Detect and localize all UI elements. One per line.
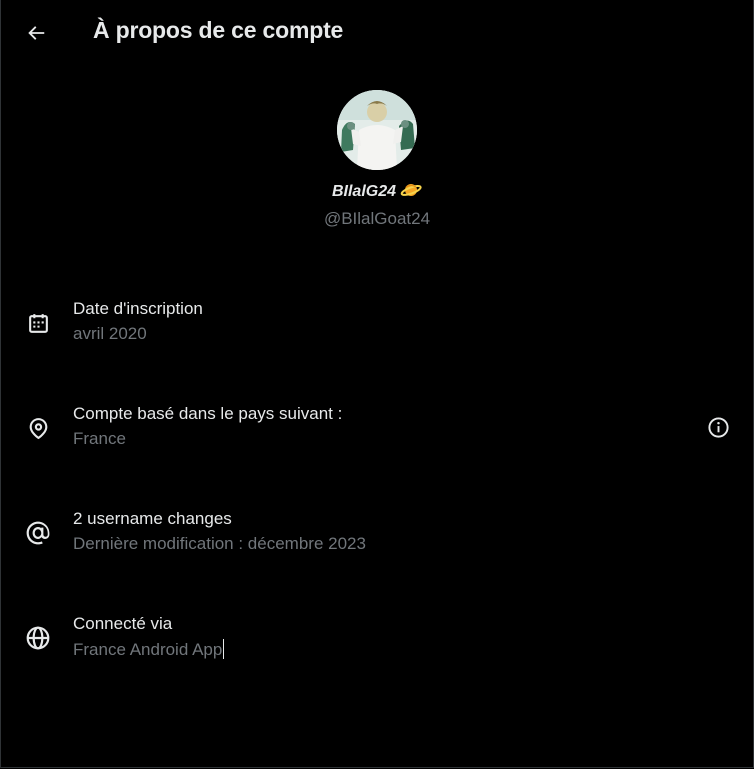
display-name: BIlalG24: [0, 181, 754, 204]
text-cursor: [223, 639, 225, 659]
join-date-label: Date d'inscription: [73, 299, 203, 318]
info-row-username-changes: 2 username changes Dernière modification…: [0, 507, 754, 571]
connected-via-label: Connecté via: [73, 614, 173, 633]
user-handle: @BIlalGoat24: [323, 209, 431, 228]
info-row-connected-via: Connecté via France Android App: [0, 612, 754, 676]
country-label: Compte basé dans le pays suivant :: [73, 404, 343, 423]
header: À propos de ce compte: [0, 0, 754, 64]
username-changes-value: Dernière modification : décembre 2023: [73, 534, 366, 553]
calendar-icon: [25, 310, 51, 336]
back-button[interactable]: [16, 13, 56, 53]
planet-emoji-icon: [400, 181, 422, 204]
arrow-left-icon: [28, 26, 45, 40]
display-name-text: BIlalG24: [331, 183, 397, 200]
at-sign-icon: [25, 520, 51, 546]
username-changes-label: 2 username changes: [73, 509, 232, 528]
connected-via-value: France Android App: [73, 639, 225, 660]
country-value: France: [73, 429, 126, 448]
avatar[interactable]: [337, 90, 417, 170]
join-date-value: avril 2020: [73, 324, 147, 343]
info-row-join-date: Date d'inscription avril 2020: [0, 297, 754, 361]
info-icon[interactable]: [706, 415, 730, 439]
info-row-country: Compte basé dans le pays suivant : Franc…: [0, 402, 754, 466]
page-title: À propos de ce compte: [93, 17, 344, 43]
location-pin-icon: [25, 415, 51, 441]
connected-via-text: France Android App: [73, 640, 223, 659]
globe-icon: [25, 625, 51, 651]
avatar-image: [337, 90, 417, 170]
